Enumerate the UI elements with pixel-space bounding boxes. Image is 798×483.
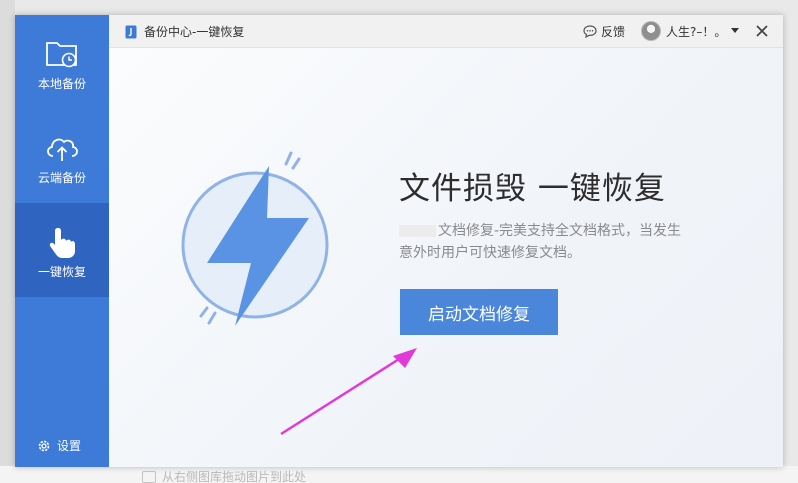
user-menu[interactable]: 人生?–！。 <box>641 21 740 41</box>
window-title: 备份中心-一键恢复 <box>125 23 244 40</box>
folder-clock-icon <box>46 42 77 68</box>
close-icon[interactable] <box>754 23 770 39</box>
lightning-bolt-icon <box>181 151 329 326</box>
username: 人生?–！。 <box>666 24 727 39</box>
description-line-1: 文档修复-完美支持全文档格式，当发生 <box>399 220 729 242</box>
start-document-repair-button[interactable]: 启动文档修复 <box>400 289 558 335</box>
description-line-2: 意外时用户可快速修复文档。 <box>399 245 581 261</box>
hand-pointer-icon <box>49 228 75 258</box>
document-icon <box>125 25 137 38</box>
description: 文档修复-完美支持全文档格式，当发生 意外时用户可快速修复文档。 <box>399 220 729 264</box>
sidebar: 本地备份 云端备份 一键恢复 设置 <box>15 15 109 467</box>
main-content: 文件损毁 一键恢复 文档修复-完美支持全文档格式，当发生 意外时用户可快速修复文… <box>109 48 783 467</box>
background-bottom-strip <box>0 466 798 483</box>
background-left-strip <box>0 0 15 483</box>
annotation-arrow <box>280 348 417 436</box>
settings-label: 设置 <box>57 439 82 453</box>
sidebar-item-label: 本地备份 <box>37 77 86 91</box>
blurred-text <box>399 225 436 237</box>
caret-down-icon <box>731 28 740 33</box>
gear-icon <box>38 440 50 451</box>
backup-center-window: 本地备份 云端备份 一键恢复 设置 备份中心-一键恢复 反馈 人生?–！。 文件… <box>15 15 783 467</box>
description-text-1: 文档修复-完美支持全文档格式，当发生 <box>438 223 682 239</box>
headline: 文件损毁 一键恢复 <box>399 171 666 207</box>
sidebar-item-label: 一键恢复 <box>37 265 86 279</box>
cloud-upload-icon <box>47 138 78 161</box>
background-hint-text: 从右侧图库拖动图片到此处 <box>162 470 307 483</box>
chat-bubble-icon <box>583 25 597 38</box>
avatar <box>641 21 661 41</box>
sidebar-item-cloud-backup[interactable]: 云端备份 <box>15 109 109 203</box>
feedback-button[interactable]: 反馈 <box>583 23 625 40</box>
settings-button[interactable]: 设置 <box>37 437 81 454</box>
feedback-label: 反馈 <box>601 25 626 39</box>
sidebar-item-one-click-restore[interactable]: 一键恢复 <box>15 203 109 297</box>
sidebar-item-label: 云端备份 <box>37 171 86 185</box>
title-bar: 备份中心-一键恢复 反馈 人生?–！。 <box>109 15 783 48</box>
window-title-text: 备份中心-一键恢复 <box>144 25 245 39</box>
background-hint: 从右侧图库拖动图片到此处 <box>142 468 306 483</box>
image-icon <box>142 470 156 483</box>
sidebar-item-local-backup[interactable]: 本地备份 <box>15 15 109 109</box>
